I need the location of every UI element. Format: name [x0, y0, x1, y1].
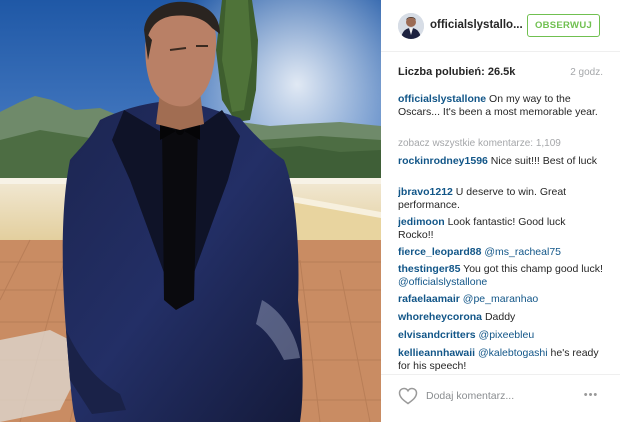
- comment-mention[interactable]: @ms_racheal75: [481, 246, 561, 258]
- comment-username[interactable]: kellieannhawaii: [398, 347, 475, 359]
- comment-username[interactable]: whoreheycorona: [398, 311, 482, 323]
- comment-item: jedimoon Look fantastic! Good luck Rocko…: [398, 216, 603, 242]
- comment-username[interactable]: jbravo1212: [398, 186, 453, 198]
- post-side-panel: officialslystallo... OBSERWUJ Liczba pol…: [381, 0, 620, 422]
- follow-button[interactable]: OBSERWUJ: [527, 14, 600, 37]
- comment-mention[interactable]: @kalebtogashi: [475, 347, 548, 359]
- comment-username[interactable]: fierce_leopard88: [398, 246, 481, 258]
- comment-item: elvisandcritters @pixeebleu: [398, 329, 603, 342]
- post-photo[interactable]: [0, 0, 381, 422]
- comment-username[interactable]: jedimoon: [398, 216, 445, 228]
- view-all-comments-link[interactable]: zobacz wszystkie komentarze: 1,109: [398, 138, 561, 149]
- comment-text: You got this champ good luck!: [460, 263, 603, 275]
- likes-count[interactable]: Liczba polubień: 26.5k: [398, 66, 515, 78]
- comment-username[interactable]: thestinger85: [398, 263, 460, 275]
- caption: officialslystallone On my way to the Osc…: [398, 93, 603, 119]
- post-photo-image: [0, 0, 381, 422]
- comment-item: jbravo1212 U deserve to win. Great perfo…: [398, 186, 603, 212]
- post-time[interactable]: 2 godz.: [570, 67, 603, 78]
- comments-list[interactable]: officialslystallone On my way to the Osc…: [398, 93, 603, 372]
- more-options-icon[interactable]: •••: [580, 386, 602, 404]
- avatar-image: [398, 13, 424, 39]
- view-all-count: 1,109: [535, 138, 561, 149]
- comment-mention[interactable]: @officialslystallone: [398, 276, 487, 288]
- instagram-post: officialslystallo... OBSERWUJ Liczba pol…: [0, 0, 620, 422]
- heart-icon[interactable]: [398, 387, 418, 405]
- post-header: officialslystallo... OBSERWUJ: [381, 0, 620, 52]
- header-username[interactable]: officialslystallo...: [430, 19, 523, 31]
- profile-avatar[interactable]: [398, 13, 424, 39]
- comment-item: fierce_leopard88 @ms_racheal75: [398, 246, 603, 259]
- comment-item: whoreheycorona Daddy: [398, 311, 603, 324]
- comment-item: rafaelaamair @pe_maranhao: [398, 293, 603, 306]
- add-comment-input[interactable]: Dodaj komentarz...: [426, 390, 514, 402]
- post-stats: Liczba polubień: 26.5k 2 godz.: [398, 66, 603, 82]
- comment-mention[interactable]: @pixeebleu: [476, 329, 535, 341]
- comment-item: kellieannhawaii @kalebtogashi he's ready…: [398, 347, 603, 372]
- view-all-label: zobacz wszystkie komentarze:: [398, 138, 536, 149]
- post-footer: Dodaj komentarz... •••: [381, 374, 620, 422]
- comment-username[interactable]: rafaelaamair: [398, 293, 460, 305]
- comment-item: rockinrodney1596 Nice suit!!! Best of lu…: [398, 155, 603, 168]
- caption-username[interactable]: officialslystallone: [398, 93, 486, 105]
- comment-item: thestinger85 You got this champ good luc…: [398, 263, 603, 289]
- comment-username[interactable]: elvisandcritters: [398, 329, 476, 341]
- comment-text: Daddy: [482, 311, 516, 323]
- comment-text: Nice suit!!! Best of luck: [487, 155, 598, 167]
- comment-username[interactable]: rockinrodney1596: [398, 155, 488, 167]
- comment-mention[interactable]: @pe_maranhao: [460, 293, 538, 305]
